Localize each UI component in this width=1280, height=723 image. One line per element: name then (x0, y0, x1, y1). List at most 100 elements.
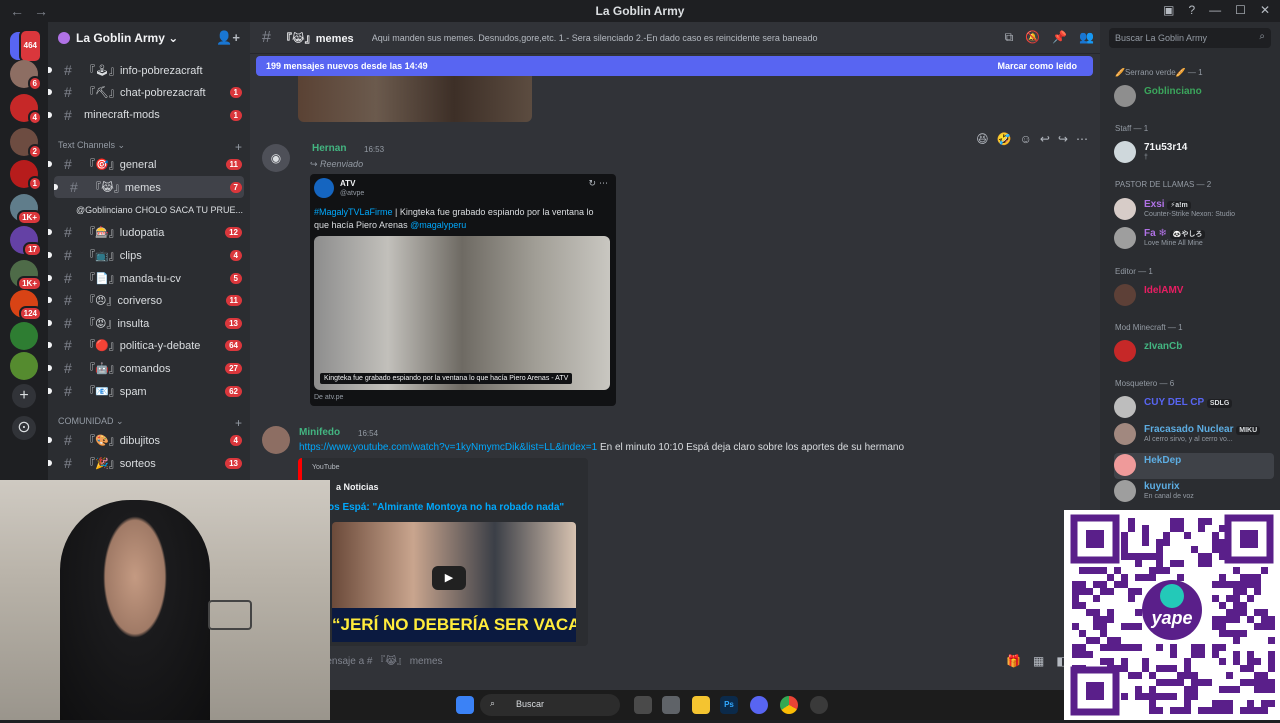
video-thumbnail[interactable]: Kingteka fue grabado espiando por la ven… (314, 236, 610, 390)
add-channel-icon[interactable]: + (235, 416, 242, 430)
avatar[interactable]: ◉ (262, 144, 290, 172)
channel-item[interactable]: # 『📄』manda-tu-cv 5 (48, 267, 244, 289)
invite-icon[interactable]: 👤+ (216, 30, 240, 46)
embed-mention[interactable]: @magalyperu (410, 220, 466, 230)
more-icon[interactable]: ⋯ (599, 178, 608, 189)
channel-name: 『🕹』info-pobrezacraft (84, 65, 203, 77)
channel-item[interactable]: # 『📺』clips 4 (48, 244, 244, 266)
task-view-icon[interactable] (634, 696, 652, 714)
channel-item[interactable]: # 『🤖』comandos 27 (48, 357, 244, 379)
maximize-icon[interactable]: ☐ (1235, 3, 1246, 17)
channel-item[interactable]: # 『🕹』info-pobrezacraft (48, 59, 244, 81)
server-icon[interactable]: 124 (10, 290, 42, 321)
message-author[interactable]: Minifedo (299, 427, 340, 438)
new-messages-bar[interactable]: 199 mensajes nuevos desde las 14:49 Marc… (256, 56, 1093, 76)
minimize-icon[interactable]: — (1209, 3, 1221, 17)
add-server-icon[interactable]: + (12, 384, 36, 408)
previous-message-image[interactable] (298, 76, 532, 122)
members-icon[interactable]: 👥 (1079, 30, 1094, 45)
message-author[interactable]: Hernan (312, 143, 346, 154)
member-item[interactable]: 71u53r14 † (1114, 140, 1274, 166)
mention-badge: 1 (229, 86, 242, 98)
discover-icon[interactable]: ⊙ (12, 416, 36, 440)
channel-name: 『⛏』chat-pobrezacraft (84, 87, 206, 99)
channel-item[interactable]: # 『📧』spam 62 (48, 380, 244, 402)
embed-channel[interactable]: a Noticias (336, 482, 379, 492)
member-status: Al cerro sirvo, y al cerro vo... (1144, 436, 1233, 443)
channel-topic[interactable]: Aqui manden sus memes. Desnudos,gore,etc… (372, 33, 972, 43)
inbox-icon[interactable]: ▣ (1163, 3, 1174, 17)
channel-item[interactable]: # 『🎨』dibujitos 4 (48, 429, 244, 451)
server-icon[interactable]: 1 (10, 160, 42, 191)
member-item[interactable]: IdelAMV (1114, 283, 1274, 309)
member-item[interactable]: Fracasado Nuclear MIKU Al cerro sirvo, y … (1114, 422, 1274, 448)
server-header[interactable]: La Goblin Army ⌄ 👤+ (48, 22, 250, 54)
app-icon[interactable] (662, 696, 680, 714)
file-explorer-icon[interactable] (692, 696, 710, 714)
channel-item[interactable]: # 『🔴』politica-y-debate 64 (48, 334, 244, 356)
channel-item[interactable]: # 『😡』insulta 13 (48, 312, 244, 334)
play-icon[interactable]: ▶ (432, 566, 466, 590)
category-header[interactable]: Text Channels ⌄ + (58, 140, 244, 154)
message: Minifedo 16:54 https://www.youtube.com/w… (250, 422, 1100, 652)
server-icon[interactable]: 17 (10, 226, 42, 257)
photoshop-icon[interactable]: Ps (720, 696, 738, 714)
member-item[interactable]: CUY DEL CP SDLG (1114, 395, 1274, 421)
discord-home-icon[interactable]: ◉464 (10, 29, 42, 63)
channel-item[interactable]: # 『😹』memes 7 (54, 176, 244, 198)
message-link[interactable]: https://www.youtube.com/watch?v=1kyNmymc… (299, 442, 597, 453)
avatar[interactable] (262, 426, 290, 454)
category-header[interactable]: COMUNIDAD ⌄ + (58, 416, 244, 430)
server-icon[interactable]: 1K+ (10, 194, 42, 225)
threads-icon[interactable]: ⧉ (1005, 30, 1014, 45)
member-item[interactable]: HekDep (1114, 453, 1274, 479)
channel-item[interactable]: # minecraft-mods 1 (48, 104, 244, 126)
server-icon[interactable] (10, 352, 38, 380)
message-composer[interactable]: mensaje a # 『😹』 memes 🎁 ▦ ◧ ☺ (318, 652, 1092, 674)
refresh-icon[interactable]: ↻ (588, 178, 596, 189)
channel-item[interactable]: # 『🎉』sorteos 13 (48, 452, 244, 474)
channel-item[interactable]: # 『🎯』general 11 (48, 153, 244, 175)
embed-title[interactable]: os Espá: "Almirante Montoya no ha robado… (328, 502, 564, 513)
unread-indicator (48, 161, 52, 167)
add-channel-icon[interactable]: + (235, 140, 242, 154)
channel-name: 『😹』memes (90, 182, 161, 194)
help-icon[interactable]: ? (1188, 3, 1195, 17)
channel-item[interactable]: # 『⛏』chat-pobrezacraft 1 (48, 81, 244, 103)
server-icon[interactable]: 6 (10, 60, 42, 91)
channel-item[interactable]: # 『😠』coriverso 11 (48, 289, 244, 311)
tweet-embed[interactable]: ATV @atvpe ↻ ⋯ #MagalyTVLaFirme | Kingte… (310, 174, 616, 406)
hash-icon: # (64, 107, 72, 123)
app-icon[interactable] (810, 696, 828, 714)
taskbar-search[interactable]: ⌕ Buscar (480, 694, 620, 716)
channel-item[interactable]: # 『🎰』ludopatia 12 (48, 221, 244, 243)
mute-icon[interactable]: 🔕 (1025, 30, 1040, 45)
thread-item[interactable]: @Goblinciano CHOLO SACA TU PRUE... (76, 205, 244, 215)
server-icon[interactable]: 2 (10, 128, 42, 159)
youtube-embed[interactable]: YouTube a Noticias os Espá: "Almirante M… (298, 458, 588, 646)
hash-icon: # (64, 360, 72, 376)
member-item[interactable]: kuyurix En canal de voz (1114, 479, 1274, 505)
server-icon[interactable] (10, 322, 38, 350)
member-item[interactable]: Exsi ⚡a!m Counter-Strike Nexon: Studio (1114, 197, 1274, 223)
search-input[interactable]: Buscar La Goblin Army ⌕ (1109, 28, 1271, 48)
windows-start-icon[interactable] (456, 696, 474, 714)
hash-icon: # (64, 315, 72, 331)
pin-icon[interactable]: 📌 (1052, 30, 1067, 45)
embed-hashtag[interactable]: #MagalyTVLaFirme (314, 207, 393, 217)
member-item[interactable]: Goblinciano (1114, 84, 1274, 110)
avatar (1114, 340, 1136, 362)
discord-taskbar-icon[interactable] (750, 696, 768, 714)
chrome-icon[interactable] (780, 696, 798, 714)
message-text: En el minuto 10:10 Espá deja claro sobre… (597, 442, 905, 453)
member-item[interactable]: zIvanCb (1114, 339, 1274, 365)
video-thumbnail[interactable]: “JERÍ NO DEBERÍA SER VACADO” ▶ (332, 522, 576, 642)
gift-icon[interactable]: 🎁 (1006, 654, 1021, 668)
server-icon[interactable]: 4 (10, 94, 42, 125)
close-icon[interactable]: ✕ (1260, 3, 1270, 17)
member-item[interactable]: Fa ❄ 🐼やしろ Love Mine All Mine (1114, 226, 1274, 252)
server-icon[interactable]: 1K+ (10, 260, 42, 291)
embed-source[interactable]: De atv.pe (314, 394, 343, 401)
mark-read-button[interactable]: Marcar como leído (997, 61, 1077, 71)
gif-icon[interactable]: ▦ (1033, 654, 1044, 668)
